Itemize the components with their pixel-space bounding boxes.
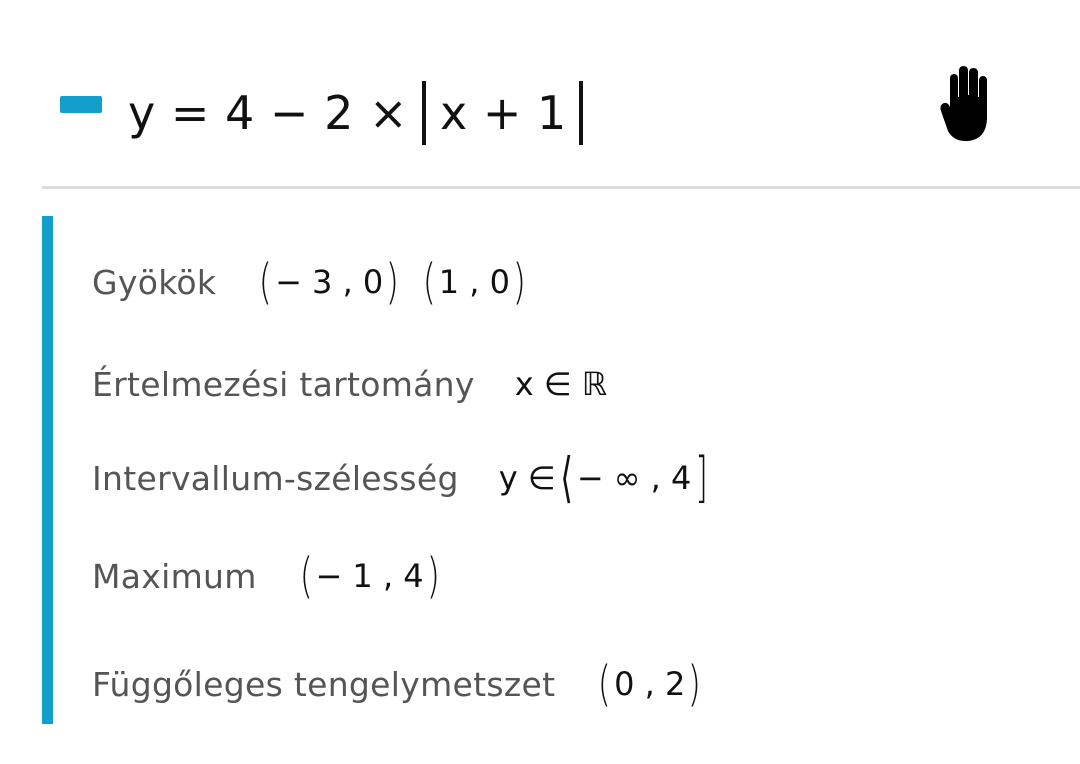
pan-button[interactable]: [936, 62, 1002, 148]
maximum-value: ( − 1 , 4 ): [299, 548, 440, 604]
maximum-row: Maximum ( − 1 , 4 ): [92, 548, 442, 604]
function-properties-panel: Gyökök ( − 3 , 0 ) ( 1 , 0 ) Értelmezési…: [42, 216, 1042, 724]
series-color-swatch[interactable]: [60, 96, 102, 113]
roots-value: ( − 3 , 0 ) ( 1 , 0 ): [259, 254, 526, 310]
y-intercept-point: 0 , 2: [614, 665, 686, 703]
panel-accent-bar: [42, 216, 53, 724]
root-1: − 3 , 0: [275, 263, 384, 301]
domain-row: Értelmezési tartomány x ∈ ℝ: [92, 356, 607, 412]
range-value: y ∈ ⟨ − ∞ , 4 ]: [499, 451, 713, 505]
maximum-label: Maximum: [92, 556, 257, 596]
roots-label: Gyökök: [92, 262, 217, 302]
function-header: y = 4 − 2 × x + 1: [0, 0, 1080, 190]
range-open-bracket: ⟨: [559, 446, 573, 509]
range-label: Intervallum-szélesség: [92, 458, 459, 498]
range-prefix: y ∈: [498, 459, 556, 497]
abs-bar-right: [578, 81, 583, 145]
domain-value: x ∈ ℝ: [514, 365, 608, 403]
domain-label: Értelmezési tartomány: [92, 364, 475, 404]
equation-abs-inner: x + 1: [440, 86, 567, 140]
function-equation[interactable]: y = 4 − 2 × x + 1: [128, 78, 583, 148]
range-row: Intervallum-szélesség y ∈ ⟨ − ∞ , 4 ]: [92, 448, 712, 508]
range-close-bracket: ]: [695, 446, 709, 509]
y-intercept-label: Függőleges tengelymetszet: [92, 664, 556, 704]
y-intercept-row: Függőleges tengelymetszet ( 0 , 2 ): [92, 656, 704, 712]
maximum-point: − 1 , 4: [315, 557, 424, 595]
equation-lhs: y = 4 − 2 ×: [128, 86, 408, 140]
y-intercept-value: ( 0 , 2 ): [598, 656, 702, 712]
hand-icon: [940, 66, 987, 142]
header-divider: [42, 186, 1080, 189]
abs-bar-left: [422, 81, 426, 145]
range-inner: − ∞ , 4: [576, 459, 692, 497]
root-2: 1 , 0: [438, 263, 510, 301]
roots-row: Gyökök ( − 3 , 0 ) ( 1 , 0 ): [92, 254, 529, 310]
